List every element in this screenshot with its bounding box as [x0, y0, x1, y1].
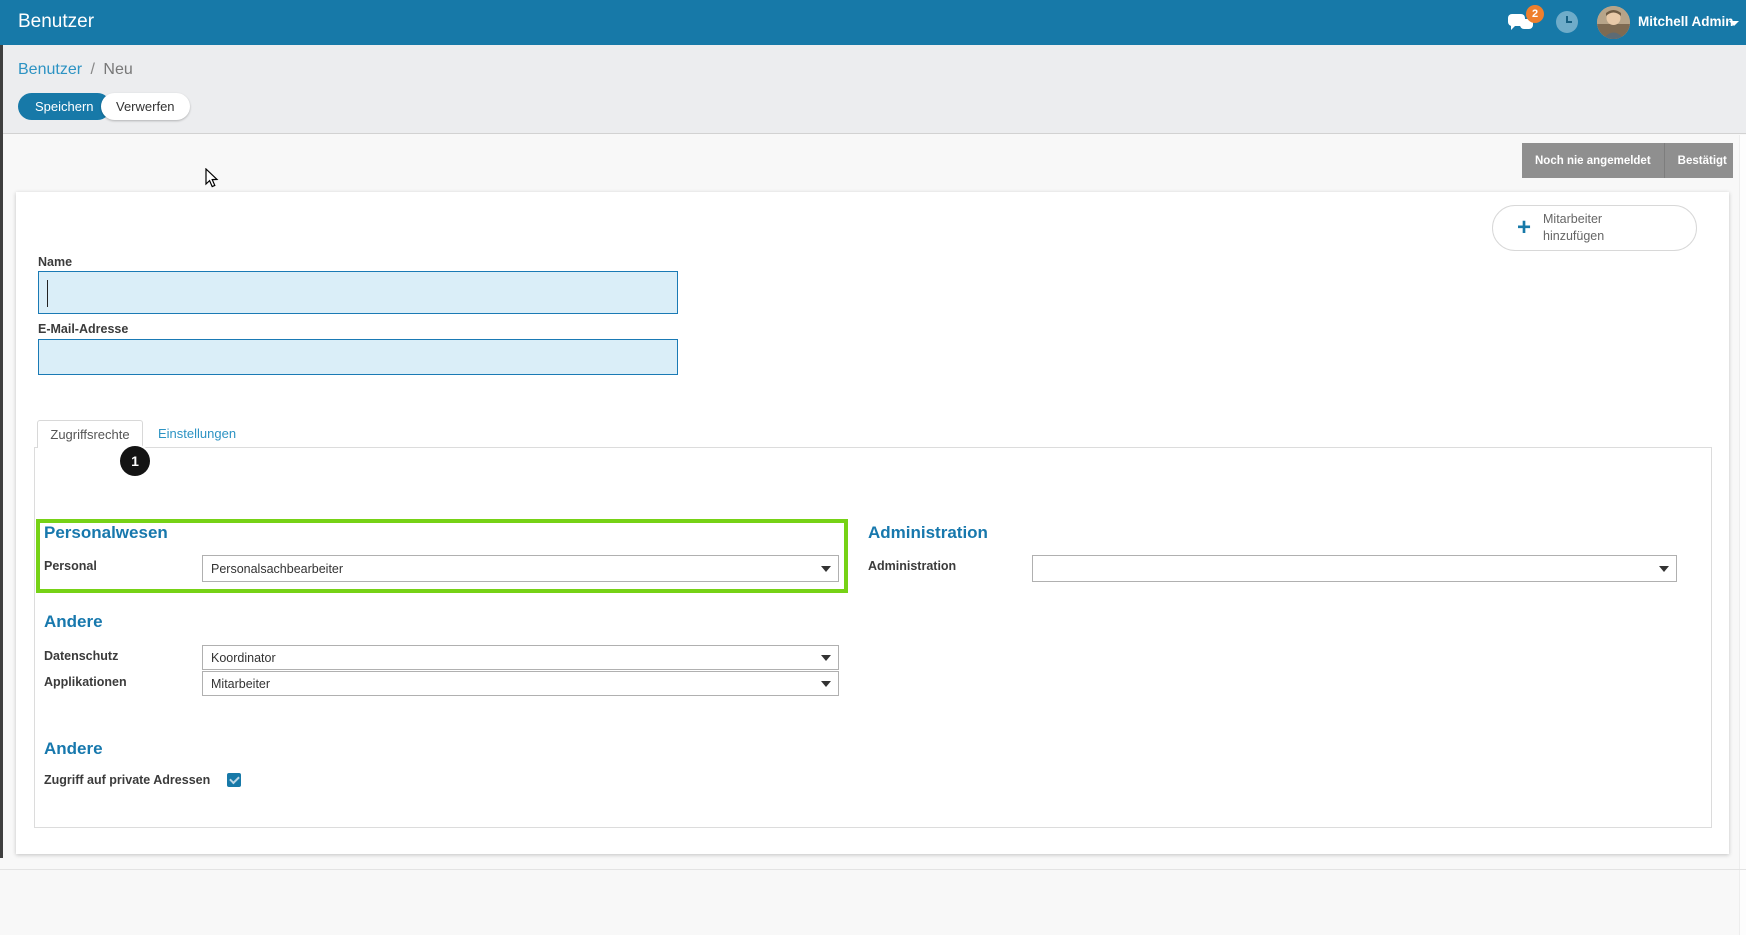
tab-einstellungen[interactable]: Einstellungen [158, 426, 236, 441]
status-bestaetigt[interactable]: Bestätigt [1663, 143, 1740, 178]
content-divider [0, 869, 1746, 870]
app-bar: Benutzer 2 Mitchell Admin [0, 0, 1746, 45]
breadcrumb: Benutzer / Neu [18, 61, 133, 79]
tab-zugriffsrechte[interactable]: Zugriffsrechte [37, 420, 143, 448]
breadcrumb-benutzer[interactable]: Benutzer [18, 61, 82, 78]
personal-label: Personal [44, 559, 97, 573]
personal-select[interactable]: Personalsachbearbeiter [202, 555, 839, 582]
group-title-andere-1: Andere [44, 612, 103, 631]
avatar-image [1597, 6, 1630, 39]
datenschutz-select-value: Koordinator [211, 650, 276, 665]
name-label: Name [38, 255, 73, 269]
applikationen-select[interactable]: Mitarbeiter [202, 671, 839, 696]
breadcrumb-current: Neu [103, 61, 133, 78]
private-addresses-label: Zugriff auf private Adressen [44, 773, 211, 787]
activities-clock-icon[interactable] [1556, 11, 1578, 33]
select-caret-icon [821, 680, 831, 687]
control-panel: Benutzer / Neu Speichern Verwerfen [0, 45, 1746, 134]
messages-count-badge: 2 [1526, 5, 1544, 23]
save-button[interactable]: Speichern [18, 93, 111, 120]
avatar[interactable] [1597, 6, 1630, 39]
administration-label: Administration [868, 559, 957, 573]
applikationen-label: Applikationen [44, 675, 127, 689]
plus-icon: + [1517, 214, 1532, 241]
applikationen-select-value: Mitarbeiter [211, 676, 271, 691]
status-noch-nie-angemeldet[interactable]: Noch nie angemeldet [1522, 143, 1664, 178]
page: Benutzer 2 Mitchell Admin Benutzer / Neu… [0, 0, 1746, 935]
datenschutz-label: Datenschutz [44, 649, 119, 663]
add-employee-button[interactable]: + Mitarbeiter hinzufügen [1492, 205, 1697, 251]
discard-button[interactable]: Verwerfen [101, 93, 190, 120]
group-title-administration: Administration [868, 523, 988, 542]
mouse-cursor-icon [205, 168, 219, 188]
tab-content-panel [34, 447, 1712, 828]
name-input[interactable] [38, 271, 678, 314]
email-label: E-Mail-Adresse [38, 322, 129, 336]
private-addresses-checkbox[interactable] [227, 773, 241, 787]
left-edge-strip [0, 45, 3, 858]
personal-select-value: Personalsachbearbeiter [211, 561, 344, 576]
app-title: Benutzer [18, 11, 95, 32]
group-title-personalwesen: Personalwesen [44, 523, 168, 542]
add-employee-label: Mitarbeiter hinzufügen [1543, 212, 1605, 243]
administration-select[interactable] [1032, 555, 1677, 582]
email-input[interactable] [38, 339, 678, 375]
chevron-down-icon[interactable] [1729, 21, 1739, 26]
statusbar: Noch nie angemeldet Bestätigt [1522, 143, 1733, 178]
annotation-step-badge: 1 [120, 446, 150, 476]
text-cursor [47, 280, 48, 307]
select-caret-icon [821, 654, 831, 661]
group-title-andere-2: Andere [44, 739, 103, 758]
breadcrumb-separator: / [90, 61, 95, 78]
user-menu[interactable]: Mitchell Admin [1638, 14, 1734, 29]
datenschutz-select[interactable]: Koordinator [202, 645, 839, 670]
scrollbar-track[interactable] [1739, 135, 1746, 935]
select-caret-icon [1659, 565, 1669, 572]
select-caret-icon [821, 565, 831, 572]
